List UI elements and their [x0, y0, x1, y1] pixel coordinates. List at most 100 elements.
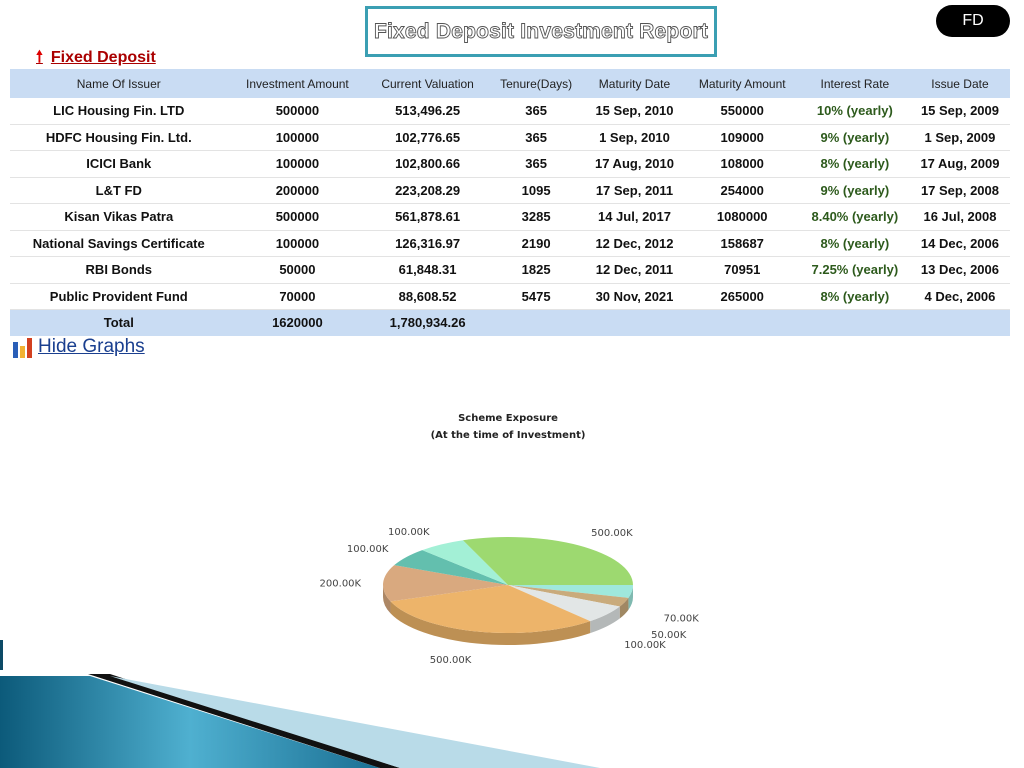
table-cell: National Savings Certificate: [10, 230, 228, 257]
total-cell: [487, 309, 585, 336]
table-row: L&T FD 200000 223,208.29 1095 17 Sep, 2011 25…: [10, 177, 1010, 204]
column-header[interactable]: Current Valuation: [367, 69, 488, 98]
column-header[interactable]: Name Of Issuer: [10, 69, 228, 98]
column-header[interactable]: Investment Amount: [227, 69, 368, 98]
table-cell: 8.40% (yearly): [799, 203, 910, 231]
pie-data-label: 500.00K: [591, 528, 633, 539]
fd-badge: FD: [936, 5, 1010, 37]
table-row: ICICI Bank 100000 102,800.66 365 17 Aug, 201…: [10, 150, 1010, 178]
table-cell: 9% (yearly): [799, 124, 910, 151]
table-cell: 15 Sep, 2010: [584, 98, 685, 125]
total-cell: [799, 309, 910, 336]
table-cell: 12 Dec, 2012: [584, 230, 685, 257]
table-cell: 8% (yearly): [799, 230, 910, 257]
bar-chart-icon: [13, 338, 32, 358]
table-cell: 265000: [684, 283, 800, 310]
total-row: Total 1620000 1,780,934.26: [10, 309, 1010, 336]
pie-data-label: 200.00K: [320, 579, 362, 590]
table-cell: 50000: [227, 256, 368, 284]
table-cell: 1095: [487, 177, 585, 204]
table-cell: Kisan Vikas Patra: [10, 203, 228, 231]
hide-graphs-text[interactable]: Hide Graphs: [38, 336, 145, 358]
table-row: Public Provident Fund 70000 88,608.52 5475 3…: [10, 283, 1010, 310]
total-cell: Total: [10, 309, 228, 336]
column-header[interactable]: Interest Rate: [799, 69, 910, 98]
total-cell: [909, 309, 1010, 336]
column-header[interactable]: Tenure(Days): [487, 69, 585, 98]
table-row: Kisan Vikas Patra 500000 561,878.61 3285 14 …: [10, 203, 1010, 231]
table-cell: 500000: [227, 203, 368, 231]
table-row: RBI Bonds 50000 61,848.31 1825 12 Dec, 2011 7…: [10, 256, 1010, 284]
pie-data-label: 100.00K: [624, 640, 666, 651]
table-cell: 100000: [227, 150, 368, 178]
table-row: LIC Housing Fin. LTD 500000 513,496.25 365 1…: [10, 98, 1010, 125]
total-cell: [584, 309, 685, 336]
pie-data-label: 100.00K: [388, 527, 430, 538]
table-cell: 9% (yearly): [799, 177, 910, 204]
table-cell: 158687: [684, 230, 800, 257]
table-cell: 513,496.25: [367, 98, 488, 125]
table-cell: 1825: [487, 256, 585, 284]
column-header[interactable]: Issue Date: [909, 69, 1010, 98]
pie-data-label: 100.00K: [347, 544, 389, 555]
table-cell: 8% (yearly): [799, 150, 910, 178]
report-title-text: Fixed Deposit Investment Report: [373, 19, 709, 43]
arrow-up-icon: 🠕: [36, 49, 43, 66]
report-title: Fixed Deposit Investment Report: [365, 6, 717, 57]
table-cell: LIC Housing Fin. LTD: [10, 98, 228, 125]
table-cell: 14 Dec, 2006: [909, 230, 1010, 257]
table-cell: 1 Sep, 2010: [584, 124, 685, 151]
table-cell: 500000: [227, 98, 368, 125]
table-cell: 70000: [227, 283, 368, 310]
table-cell: ICICI Bank: [10, 150, 228, 178]
table-cell: 17 Sep, 2008: [909, 177, 1010, 204]
table-cell: 3285: [487, 203, 585, 231]
table-cell: HDFC Housing Fin. Ltd.: [10, 124, 228, 151]
table-cell: 30 Nov, 2021: [584, 283, 685, 310]
chart-title-text: Scheme Exposure: [458, 413, 558, 424]
table-cell: 550000: [684, 98, 800, 125]
table-cell: 10% (yearly): [799, 98, 910, 125]
table-cell: 365: [487, 124, 585, 151]
total-cell: 1620000: [227, 309, 368, 336]
column-header[interactable]: Maturity Amount: [684, 69, 800, 98]
table-cell: 1 Sep, 2009: [909, 124, 1010, 151]
table-cell: 561,878.61: [367, 203, 488, 231]
total-cell: [684, 309, 800, 336]
pie-data-label: 70.00K: [664, 614, 700, 625]
total-cell: 1,780,934.26: [367, 309, 488, 336]
table-cell: 17 Sep, 2011: [584, 177, 685, 204]
table-cell: 13 Dec, 2006: [909, 256, 1010, 284]
table-cell: 8% (yearly): [799, 283, 910, 310]
fd-table: Name Of Issuer Investment Amount Current V…: [10, 69, 1010, 336]
table-cell: L&T FD: [10, 177, 228, 204]
table-cell: 15 Sep, 2009: [909, 98, 1010, 125]
table-cell: 254000: [684, 177, 800, 204]
table-cell: 100000: [227, 230, 368, 257]
table-cell: 1080000: [684, 203, 800, 231]
table-cell: 88,608.52: [367, 283, 488, 310]
table-cell: 17 Aug, 2010: [584, 150, 685, 178]
decorative-stripes: [0, 640, 600, 768]
table-cell: 200000: [227, 177, 368, 204]
table-cell: 126,316.97: [367, 230, 488, 257]
table-cell: 5475: [487, 283, 585, 310]
table-cell: 108000: [684, 150, 800, 178]
table-cell: 100000: [227, 124, 368, 151]
table-cell: 7.25% (yearly): [799, 256, 910, 284]
table-cell: 365: [487, 150, 585, 178]
table-cell: 2190: [487, 230, 585, 257]
table-cell: 61,848.31: [367, 256, 488, 284]
table-row: HDFC Housing Fin. Ltd. 100000 102,776.65 36…: [10, 124, 1010, 151]
column-header[interactable]: Maturity Date: [584, 69, 685, 98]
hide-graphs-link[interactable]: Hide Graphs: [12, 336, 145, 358]
table-cell: 365: [487, 98, 585, 125]
chart-title: Scheme Exposure (At the time of Investmen…: [380, 410, 636, 444]
table-cell: 70951: [684, 256, 800, 284]
table-cell: 16 Jul, 2008: [909, 203, 1010, 231]
table-cell: RBI Bonds: [10, 256, 228, 284]
table-cell: 12 Dec, 2011: [584, 256, 685, 284]
table-cell: 223,208.29: [367, 177, 488, 204]
table-cell: 14 Jul, 2017: [584, 203, 685, 231]
fixed-deposit-label: Fixed Deposit: [50, 49, 156, 66]
